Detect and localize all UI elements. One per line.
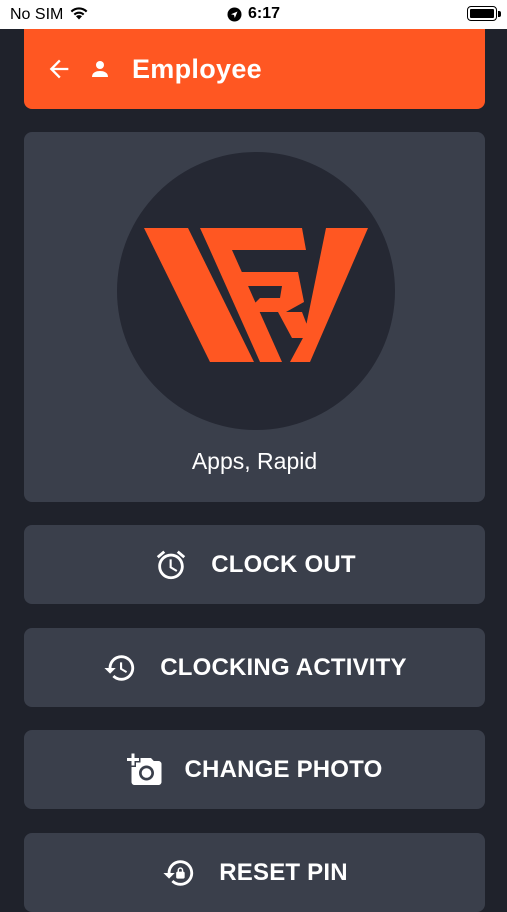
clocking-activity-label: CLOCKING ACTIVITY [160,653,407,681]
change-photo-label: CHANGE PHOTO [184,755,383,783]
company-logo [144,228,368,362]
page-title: Employee [132,53,262,84]
employee-name: Apps, Rapid [191,448,318,474]
person-icon [86,55,114,83]
add-photo-icon [126,752,163,788]
alarm-clock-icon [153,547,189,583]
location-icon [227,7,242,22]
history-icon [102,650,138,686]
clocking-activity-button[interactable]: CLOCKING ACTIVITY [24,628,485,707]
back-arrow-icon[interactable] [42,52,76,86]
reset-pin-button[interactable]: RESET PIN [24,833,485,912]
app-header: Employee [24,29,485,109]
status-bar: No SIM 6:17 [0,0,507,29]
avatar[interactable] [117,152,395,430]
clock-out-button[interactable]: CLOCK OUT [24,525,485,604]
reset-pin-label: RESET PIN [219,858,348,886]
change-photo-button[interactable]: CHANGE PHOTO [24,730,485,809]
clock-out-label: CLOCK OUT [211,550,356,578]
clock-time: 6:17 [247,5,281,22]
profile-card: Apps, Rapid [24,132,485,502]
lock-reset-icon [161,855,197,891]
battery-icon [467,6,501,21]
